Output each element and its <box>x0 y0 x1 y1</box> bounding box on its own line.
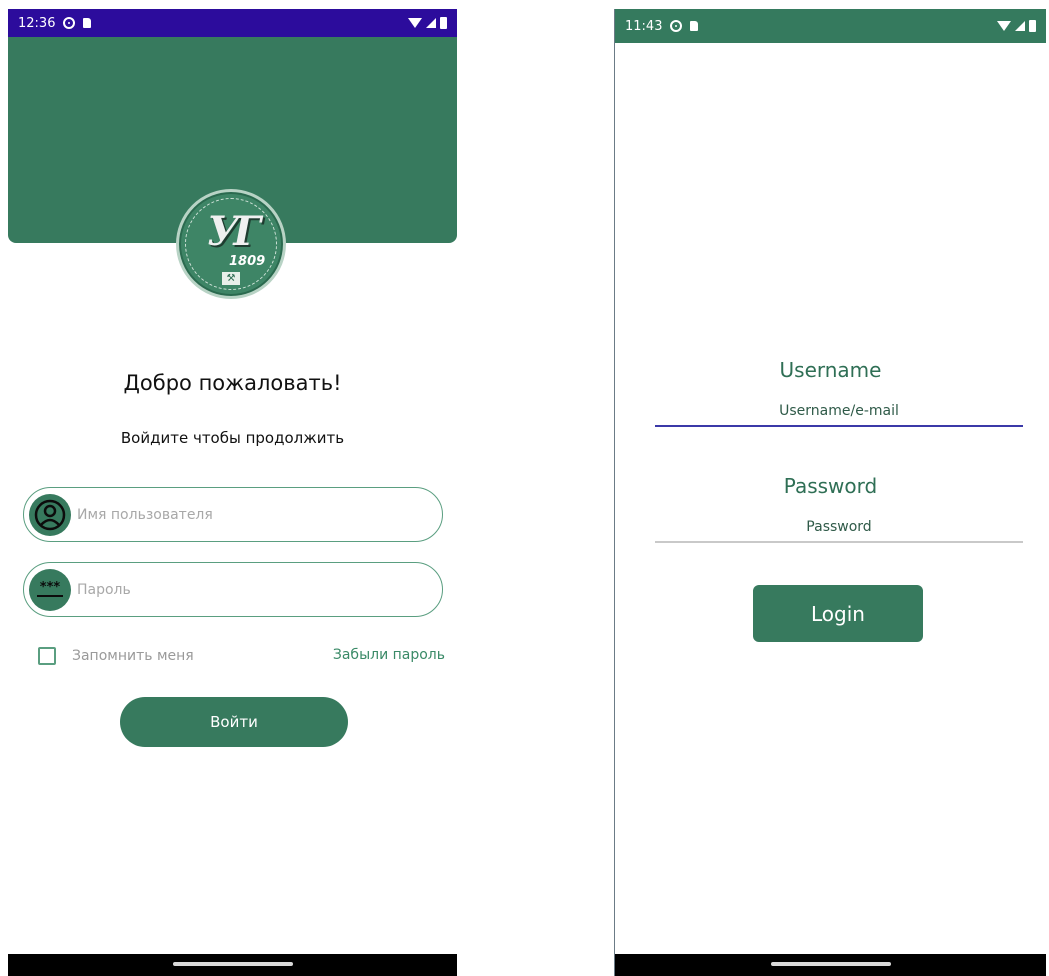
username-input[interactable] <box>655 397 1023 427</box>
battery-icon <box>1029 20 1036 32</box>
home-gesture-handle[interactable] <box>770 962 891 966</box>
password-input[interactable] <box>77 581 407 598</box>
status-time: 11:43 <box>625 18 663 34</box>
university-logo: УГ 1809 ⚒ <box>176 189 286 299</box>
forgot-password-link[interactable]: Забыли пароль <box>333 647 445 663</box>
welcome-title: Добро пожаловать! <box>123 371 342 395</box>
sim-card-icon <box>690 21 699 31</box>
user-circle-icon <box>29 493 71 536</box>
battery-icon <box>440 17 447 29</box>
navigation-bar <box>615 954 1046 976</box>
password-input[interactable] <box>655 513 1023 543</box>
remember-me[interactable]: Запомнить меня <box>38 647 194 665</box>
logo-emblem-icon: ⚒ <box>222 272 240 285</box>
username-field[interactable] <box>23 487 443 542</box>
wifi-icon <box>997 21 1011 31</box>
signal-icon <box>426 18 436 28</box>
signal-icon <box>1015 21 1025 31</box>
login-button[interactable]: Войти <box>120 697 348 747</box>
navigation-bar <box>8 954 457 976</box>
password-label: Password <box>783 474 878 498</box>
password-icon-text: *** <box>40 580 61 595</box>
welcome-subtitle: Войдите чтобы продолжить <box>120 429 345 447</box>
settings-status-icon <box>670 20 683 32</box>
logo-year: 1809 <box>229 254 266 269</box>
password-field[interactable]: *** <box>23 562 443 617</box>
login-screen-russian: 12:36 УГ 1809 ⚒ Добро пожаловать! Войдит… <box>8 9 457 976</box>
status-bar: 11:43 <box>615 9 1046 43</box>
remember-checkbox[interactable] <box>38 647 56 665</box>
username-input[interactable] <box>77 506 407 523</box>
settings-status-icon <box>63 17 76 29</box>
remember-label: Запомнить меня <box>72 648 194 664</box>
login-button[interactable]: Login <box>753 585 923 642</box>
status-bar: 12:36 <box>8 9 457 37</box>
sim-card-icon <box>83 18 92 28</box>
home-gesture-handle[interactable] <box>172 962 293 966</box>
password-dots-icon: *** <box>29 568 71 611</box>
logo-letters: УГ <box>206 208 261 255</box>
wifi-icon <box>408 18 422 28</box>
username-label: Username <box>779 358 882 382</box>
status-time: 12:36 <box>18 15 56 31</box>
login-screen-english: 11:43 Username Password Login <box>614 9 1046 976</box>
